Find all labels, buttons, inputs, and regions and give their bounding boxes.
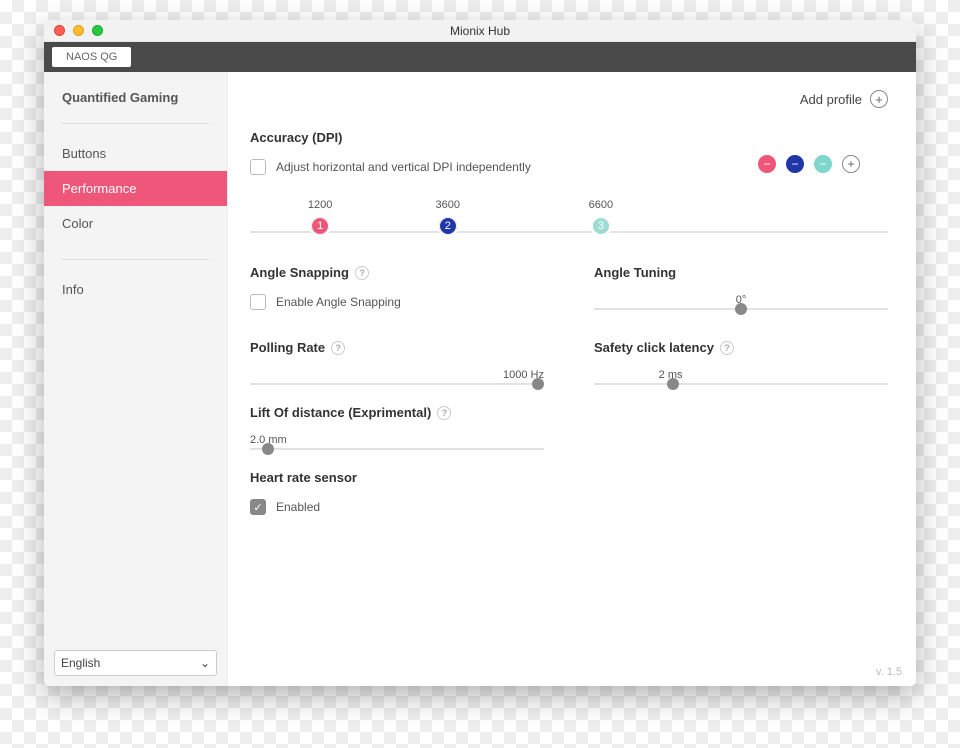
main-panel: Add profile + Accuracy (DPI) Adjust hori…	[228, 72, 916, 686]
dpi-stop-3[interactable]: 6600 3	[571, 199, 631, 237]
help-icon[interactable]: ?	[437, 406, 451, 420]
version-label: v. 1.5	[876, 666, 902, 678]
accuracy-title: Accuracy (DPI)	[250, 130, 888, 145]
slider-thumb[interactable]	[262, 443, 274, 455]
lod-title: Lift Of distance (Exprimental)	[250, 405, 431, 420]
angle-tuning-title: Angle Tuning	[594, 265, 676, 280]
sidebar-item-color[interactable]: Color	[44, 206, 227, 241]
sidebar-item-buttons[interactable]: Buttons	[44, 136, 227, 171]
sidebar-item-info[interactable]: Info	[44, 272, 227, 307]
device-tab[interactable]: NAOS QG	[52, 47, 131, 67]
heart-checkbox[interactable]	[250, 499, 266, 515]
device-bar: NAOS QG	[44, 42, 916, 72]
safety-title: Safety click latency	[594, 340, 714, 355]
lod-slider[interactable]: 2.0 mm	[250, 434, 544, 450]
polling-slider[interactable]: 1000 Hz	[250, 369, 544, 385]
help-icon[interactable]: ?	[720, 341, 734, 355]
dpi-badge-1[interactable]: −	[758, 155, 776, 173]
language-select[interactable]: English ⌄	[54, 650, 217, 676]
close-icon[interactable]	[54, 25, 65, 36]
polling-title: Polling Rate	[250, 340, 325, 355]
add-profile-button[interactable]: +	[870, 90, 888, 108]
dpi-badge-add[interactable]: +	[842, 155, 860, 173]
angle-snapping-checkbox[interactable]	[250, 294, 266, 310]
safety-slider[interactable]: 2 ms	[594, 369, 888, 385]
chevron-down-icon: ⌄	[200, 656, 210, 670]
minimize-icon[interactable]	[73, 25, 84, 36]
dpi-slider[interactable]: 1200 1 3600 2 6600 3	[250, 199, 888, 245]
app-window: Mionix Hub NAOS QG Quantified Gaming But…	[44, 20, 916, 686]
sidebar-header[interactable]: Quantified Gaming	[44, 90, 227, 105]
dpi-badge-2[interactable]: −	[786, 155, 804, 173]
zoom-icon[interactable]	[92, 25, 103, 36]
heart-title: Heart rate sensor	[250, 470, 357, 485]
dpi-stop-2[interactable]: 3600 2	[418, 199, 478, 237]
sidebar-item-performance[interactable]: Performance	[44, 171, 227, 206]
slider-thumb[interactable]	[735, 303, 747, 315]
independent-dpi-label: Adjust horizontal and vertical DPI indep…	[276, 160, 531, 174]
sidebar: Quantified Gaming Buttons Performance Co…	[44, 72, 228, 686]
dpi-badge-3[interactable]: −	[814, 155, 832, 173]
slider-thumb[interactable]	[532, 378, 544, 390]
angle-tuning-slider[interactable]: 0°	[594, 294, 888, 310]
heart-label: Enabled	[276, 500, 320, 514]
help-icon[interactable]: ?	[355, 266, 369, 280]
slider-thumb[interactable]	[667, 378, 679, 390]
independent-dpi-checkbox[interactable]	[250, 159, 266, 175]
help-icon[interactable]: ?	[331, 341, 345, 355]
angle-snapping-title: Angle Snapping	[250, 265, 349, 280]
window-title: Mionix Hub	[44, 24, 916, 38]
add-profile-label[interactable]: Add profile	[800, 92, 862, 107]
titlebar: Mionix Hub	[44, 20, 916, 42]
dpi-stop-1[interactable]: 1200 1	[290, 199, 350, 237]
language-value: English	[61, 656, 100, 670]
angle-snapping-label: Enable Angle Snapping	[276, 295, 401, 309]
